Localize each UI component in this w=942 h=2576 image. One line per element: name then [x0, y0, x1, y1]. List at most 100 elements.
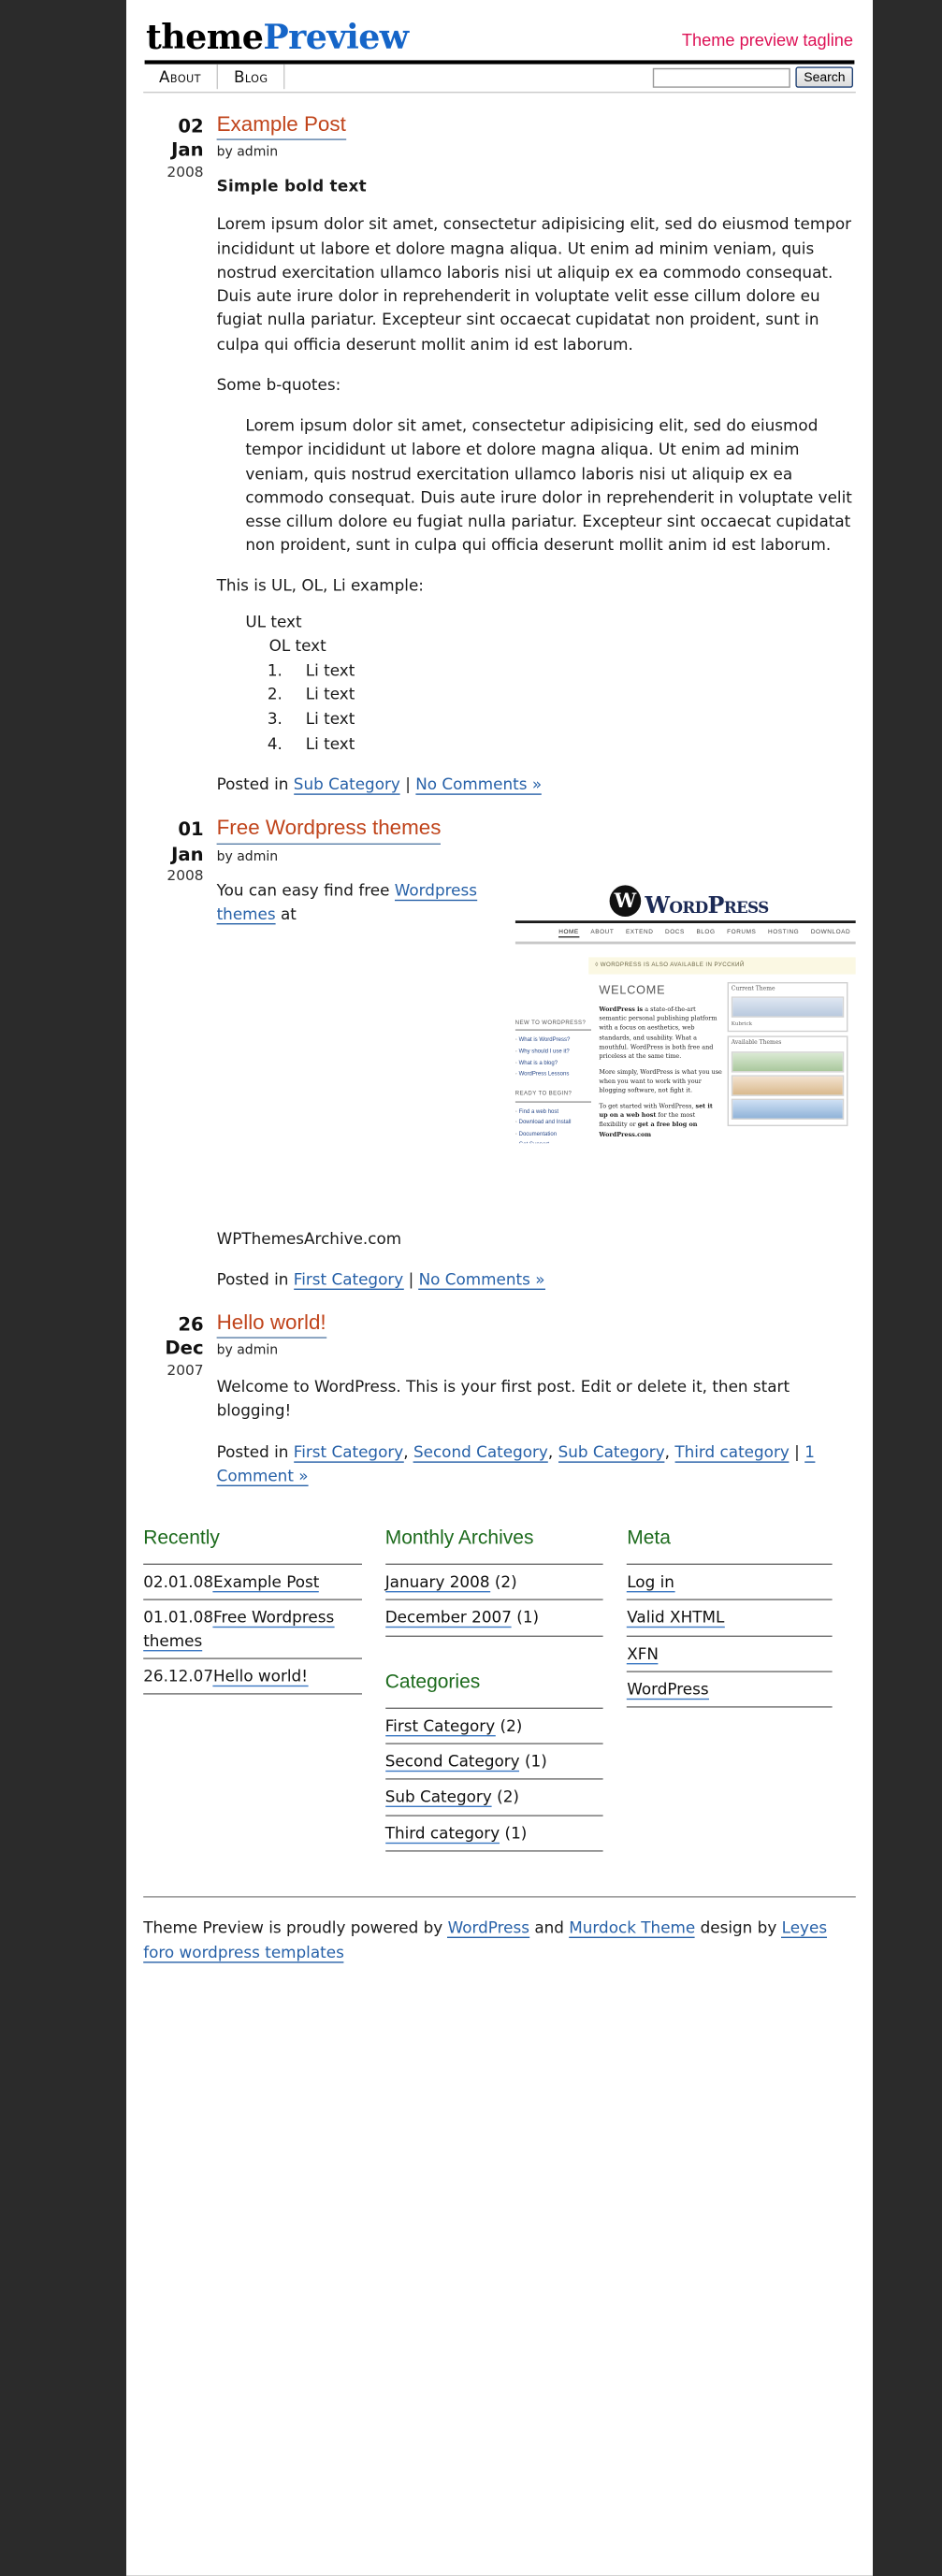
site-header: themePreview Theme preview tagline	[143, 0, 856, 60]
wp-theme-thumbnail	[731, 1098, 845, 1121]
wp-main-column: WELCOME WordPress is a state-of-the-art …	[591, 981, 722, 1142]
item-date: 02.01.08	[143, 1572, 214, 1591]
category-link[interactable]: Third category	[384, 1823, 500, 1844]
category-count: (2)	[500, 1715, 523, 1735]
post-category-link[interactable]: First Category	[293, 1269, 404, 1290]
footer-theme-link[interactable]: Murdock Theme	[569, 1918, 696, 1939]
post-comments-link[interactable]: No Comments »	[415, 775, 543, 796]
post-category-link[interactable]: Third category	[674, 1442, 790, 1463]
post-date: 26 Dec 2007	[143, 1313, 203, 1381]
meta-separator: |	[408, 1269, 414, 1289]
wp-welcome-body: a state-of-the-art semantic personal pub…	[599, 1006, 717, 1062]
wp-welcome-paragraph: WordPress is a state-of-the-art semantic…	[599, 1006, 722, 1064]
text-after-link: at	[275, 904, 297, 923]
wp-left-link: What is WordPress?	[515, 1036, 591, 1045]
list-item: Li text	[287, 707, 856, 731]
meta-link-valid-xhtml[interactable]: Valid XHTML	[627, 1608, 725, 1628]
list-item: First Category (2)	[384, 1708, 604, 1744]
post-blockquote: Lorem ipsum dolor sit amet, consectetur …	[245, 416, 852, 555]
category-link[interactable]: Second Category	[384, 1752, 520, 1773]
search-form: Search	[653, 66, 853, 88]
post-comments-link[interactable]: No Comments »	[418, 1269, 545, 1290]
post-title-link[interactable]: Free Wordpress themes	[216, 818, 442, 845]
meta-separator: |	[405, 775, 411, 794]
wp-available-themes-card: Available Themes	[727, 1035, 848, 1127]
archive-link[interactable]: January 2008	[384, 1572, 490, 1593]
wp-nav-blog: BLOG	[696, 928, 716, 935]
list-item: January 2008 (2)	[384, 1565, 604, 1600]
recently-list: 02.01.08Example Post 01.01.08Free Wordpr…	[143, 1563, 362, 1695]
widget-recently: Recently 02.01.08Example Post 01.01.08Fr…	[143, 1527, 385, 1852]
nav-item-blog[interactable]: Blog	[218, 64, 285, 90]
post-example-post: 02 Jan 2008 Example Post by admin Simple…	[143, 114, 856, 797]
comma: ,	[664, 1442, 670, 1462]
post-date-year: 2007	[167, 1361, 204, 1379]
category-link[interactable]: First Category	[384, 1715, 496, 1736]
list-item: Third category (1)	[384, 1816, 604, 1852]
list-item: 26.12.07Hello world!	[143, 1659, 362, 1695]
post-date-year: 2008	[167, 867, 204, 885]
meta-link-wordpress[interactable]: WordPress	[627, 1680, 709, 1700]
recently-post-link[interactable]: Hello world!	[213, 1667, 308, 1687]
ul-text: UL text	[245, 612, 302, 631]
wp-left-link: Why should I use it?	[515, 1048, 591, 1056]
wp-left-link: Find a web host	[515, 1107, 591, 1116]
nav-item-about[interactable]: About	[143, 64, 219, 90]
post-paragraph: Lorem ipsum dolor sit amet, consectetur …	[216, 215, 852, 354]
wp-left-column: NEW TO WORDPRESS? What is WordPress? Why…	[514, 981, 591, 1143]
meta-list: Log in Valid XHTML XFN WordPress	[627, 1563, 833, 1708]
list-item: 02.01.08Example Post	[143, 1565, 362, 1600]
wp-left-link: WordPress Lessons	[515, 1070, 591, 1078]
wp-language-notice: ◊ WORDPRESS IS ALSO AVAILABLE IN РУССКИЙ	[588, 957, 856, 974]
search-button[interactable]: Search	[795, 66, 853, 88]
main-navigation: About Blog Search	[143, 64, 856, 94]
meta-link-xfn[interactable]: XFN	[627, 1643, 659, 1664]
list-item: 01.01.08Free Wordpress themes	[143, 1600, 362, 1659]
category-count: (1)	[524, 1752, 547, 1771]
wp-nav: HOME ABOUT EXTEND DOCS BLOG FORUMS HOSTI…	[515, 922, 856, 941]
wp-right-column: Current Theme Kubrick Available Themes	[722, 981, 848, 1142]
wp-p3-a: To get started with WordPress,	[599, 1103, 696, 1110]
post-title-link[interactable]: Hello world!	[216, 1312, 326, 1339]
wordpress-homepage-screenshot: W WordPress HOME ABOUT EXTEND DOCS BLOG …	[514, 880, 856, 1143]
ol-text: OL text	[268, 636, 326, 656]
post-paragraph: Welcome to WordPress. This is your first…	[216, 1378, 790, 1421]
wp-theme-thumbnail	[731, 996, 845, 1019]
wordpress-wordmark: WordPress	[645, 892, 769, 919]
post-date-day: 02	[178, 116, 204, 137]
text-before-link: You can easy find free	[216, 880, 395, 900]
footer-wordpress-link[interactable]: WordPress	[447, 1918, 529, 1939]
archive-link[interactable]: December 2007	[384, 1608, 512, 1628]
widget-archives-categories: Monthly Archives January 2008 (2) Decemb…	[384, 1527, 628, 1852]
post-category-link[interactable]: Second Category	[413, 1442, 548, 1463]
wp-nav-download: DOWNLOAD	[810, 928, 851, 935]
category-link[interactable]: Sub Category	[384, 1787, 492, 1808]
posted-in-label: Posted in	[216, 1269, 289, 1289]
comma: ,	[547, 1442, 554, 1462]
post-date-month: Jan	[171, 844, 204, 865]
footer-text-2: and	[529, 1918, 570, 1937]
post-free-wordpress-themes: 01 Jan 2008 Free Wordpress themes by adm…	[143, 818, 856, 1291]
comma: ,	[403, 1442, 409, 1462]
wordpress-logo-icon: W	[609, 884, 642, 917]
meta-link-login[interactable]: Log in	[627, 1572, 674, 1593]
post-title-link[interactable]: Example Post	[216, 114, 346, 141]
list-item: Sub Category (2)	[384, 1780, 604, 1816]
post-category-link[interactable]: Sub Category	[558, 1442, 665, 1463]
post-bquote-intro: Some b-quotes:	[216, 375, 341, 395]
list-item: Li text	[287, 683, 856, 707]
post-category-link[interactable]: Sub Category	[293, 775, 400, 796]
site-logo[interactable]: themePreview	[143, 21, 409, 54]
archive-count: (1)	[516, 1608, 540, 1627]
post-category-link[interactable]: First Category	[293, 1442, 404, 1463]
wp-left-links-2: Find a web host Download and Install Doc…	[515, 1107, 591, 1143]
post-lists: UL text OL text Li text Li text Li text …	[217, 610, 856, 756]
search-input[interactable]	[653, 67, 791, 88]
post-hello-world: 26 Dec 2007 Hello world! by admin Welcom…	[143, 1312, 856, 1487]
list-item: Second Category (1)	[384, 1744, 604, 1780]
category-count: (1)	[504, 1823, 528, 1843]
list-item: Log in	[627, 1565, 833, 1600]
wp-left-link: What is a blog?	[515, 1059, 591, 1067]
wp-grey-rule	[514, 941, 856, 945]
recently-post-link[interactable]: Example Post	[213, 1572, 320, 1593]
